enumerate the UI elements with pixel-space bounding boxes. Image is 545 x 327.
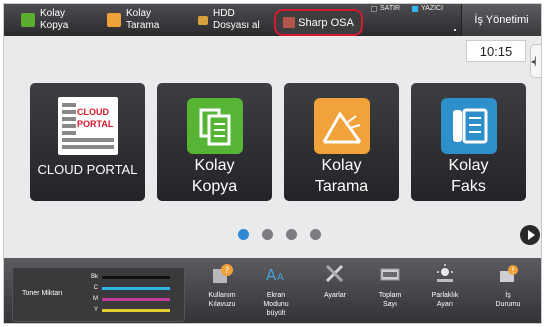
cloud-portal-logo-text: CLOUD <box>77 107 109 117</box>
mode-square-icon <box>371 5 377 12</box>
quick-key-label: Kolay Tarama <box>126 8 160 31</box>
toner-title: Toner Miktarı <box>22 290 63 297</box>
total-count-icon <box>380 268 400 281</box>
tile-label: Kolay Tarama <box>314 157 369 195</box>
toner-level-panel: Toner Miktarı Bk C M Y <box>12 267 185 322</box>
home-tile-easy-fax[interactable]: Kolay Faks <box>411 83 526 201</box>
home-tile-cloud-portal[interactable]: CLOUD PORTAL CLOUD PORTAL <box>30 83 145 201</box>
tile-label: Kolay Kopya <box>191 157 238 195</box>
top-bar: Kolay Kopya Kolay Tarama HDD Dosyası al … <box>4 4 541 36</box>
settings-tools-icon <box>325 264 344 283</box>
toner-row-black: Bk <box>90 274 170 280</box>
cloud-portal-logo: CLOUD PORTAL <box>58 97 118 155</box>
copy-icon <box>187 98 243 154</box>
quick-key-label: Kolay Kopya <box>40 8 69 31</box>
quick-key-easy-copy[interactable]: Kolay Kopya <box>21 4 68 36</box>
total-count-button[interactable]: Toplam Sayı <box>368 258 412 323</box>
key-label: Toplam Sayı <box>378 292 402 308</box>
svg-text:!: ! <box>511 266 514 275</box>
toner-row-yellow: Y <box>90 307 170 313</box>
job-status-button[interactable]: İş Yönetimi <box>461 4 541 36</box>
mode-indicator-printer: YAZICI <box>412 5 443 12</box>
enlarge-display-button[interactable]: A A Ekran Modunu büyült <box>254 258 298 323</box>
page-dot-2[interactable] <box>262 229 273 240</box>
toner-key: M <box>93 296 98 302</box>
quick-key-label: HDD Dosyası al <box>213 8 260 31</box>
osa-icon <box>283 17 296 28</box>
page-dot-1[interactable] <box>238 229 249 240</box>
sharp-osa-label: Sharp OSA <box>298 16 354 29</box>
key-label: Ayarlar <box>323 292 347 299</box>
toner-row-cyan: C <box>90 285 170 291</box>
key-label: Kullanım Kılavuzu <box>208 292 236 308</box>
page-dot-4[interactable] <box>310 229 321 240</box>
svg-text:?: ? <box>225 266 229 275</box>
settings-button[interactable]: Ayarlar <box>313 258 357 323</box>
quick-key-easy-scan[interactable]: Kolay Tarama <box>107 4 159 36</box>
chevron-left-icon: ◂▏ <box>530 56 542 66</box>
next-page-button[interactable] <box>520 225 540 245</box>
home-tile-easy-scan[interactable]: Kolay Tarama <box>284 83 399 201</box>
toner-key: C <box>93 285 98 291</box>
status-dot <box>454 29 456 31</box>
clock: 10:15 <box>466 40 526 62</box>
mode-square-icon <box>412 5 418 12</box>
play-arrow-icon <box>527 230 535 240</box>
toner-bar-magenta <box>102 297 170 301</box>
job-status-key[interactable]: ! İş Durumu <box>486 258 530 323</box>
scan-icon <box>107 13 121 27</box>
operation-guide-button[interactable]: ? Kullanım Kılavuzu <box>200 258 244 323</box>
key-label: İş Durumu <box>495 292 521 308</box>
cloud-portal-logo-text: PORTAL <box>77 119 114 129</box>
key-label: Ekran Modunu büyült <box>263 292 289 317</box>
svg-text:A: A <box>277 272 284 283</box>
brightness-icon <box>437 264 453 282</box>
page-dot-3[interactable] <box>286 229 297 240</box>
job-status-icon: ! <box>500 265 518 282</box>
toner-bar-yellow <box>102 308 170 312</box>
manual-help-icon: ? <box>213 264 233 283</box>
toner-bar-cyan <box>102 286 170 290</box>
toner-key: Bk <box>90 274 98 280</box>
toner-key: Y <box>93 307 98 313</box>
home-tile-easy-copy[interactable]: Kolay Kopya <box>157 83 272 201</box>
toner-row-magenta: M <box>90 296 170 302</box>
brightness-button[interactable]: Parlaklık Ayarı <box>423 258 467 323</box>
svg-text:A: A <box>266 266 277 284</box>
tile-label: CLOUD PORTAL <box>37 162 138 177</box>
copy-icon <box>21 13 35 27</box>
sharp-osa-button[interactable]: Sharp OSA <box>274 9 363 36</box>
display-frame: Kolay Kopya Kolay Tarama HDD Dosyası al … <box>3 3 542 324</box>
bottom-bar: Toner Miktarı Bk C M Y ? Kullanım Kılavu… <box>4 258 541 323</box>
mode-label: SATIR <box>380 5 401 12</box>
toner-bar-black <box>102 275 170 279</box>
key-label: Parlaklık Ayarı <box>431 292 459 308</box>
mode-label: YAZICI <box>421 5 444 12</box>
scan-icon <box>314 98 370 154</box>
mode-indicator-line: SATIR <box>371 5 400 12</box>
fax-icon <box>441 98 497 154</box>
page-indicator <box>238 229 321 240</box>
action-panel-tab[interactable]: ◂▏ <box>530 44 542 78</box>
quick-key-hdd-file-retrieve[interactable]: HDD Dosyası al <box>198 4 260 36</box>
folder-icon <box>198 15 208 25</box>
enlarge-text-icon: A A <box>266 266 284 284</box>
tile-label: Kolay Faks <box>448 157 489 195</box>
